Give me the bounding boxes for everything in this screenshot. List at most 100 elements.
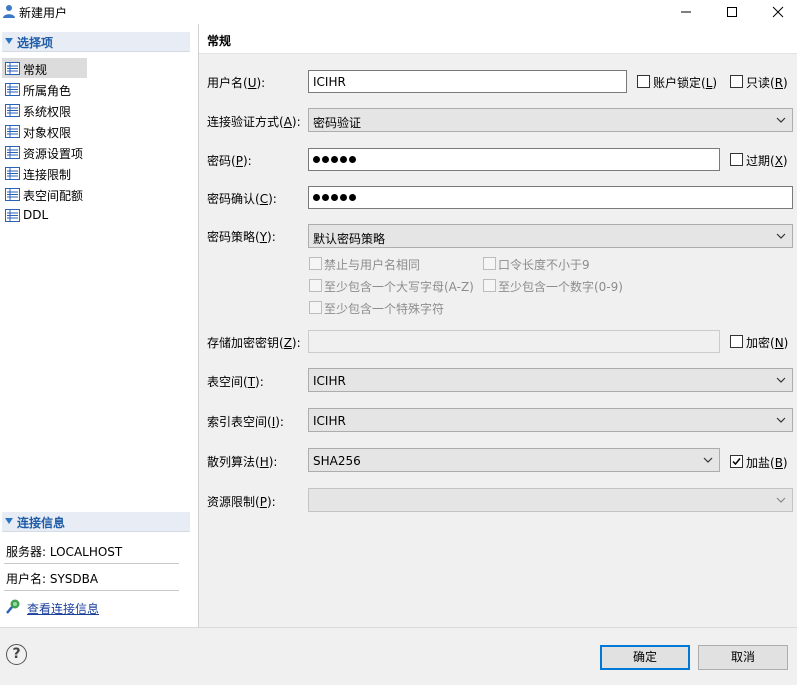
chevron-down-icon <box>776 497 786 503</box>
maximize-button[interactable] <box>709 0 755 24</box>
sidebar-item-label: 连接限制 <box>23 168 72 182</box>
encrypt-label: 加密(N) <box>746 336 789 350</box>
collapse-triangle-icon <box>5 38 13 44</box>
property-sheet-icon <box>5 104 20 117</box>
sidebar-nav: 常规 所属角色 系统权限 对象权限 资源设置项 连接限制 表空间配额 DDL <box>2 58 192 226</box>
sidebar-item-label: 所属角色 <box>23 84 72 98</box>
divider <box>4 590 179 591</box>
property-sheet-icon <box>5 209 20 222</box>
policy-option-checkbox[interactable] <box>483 279 496 292</box>
sidebar-item-general[interactable]: 常规 <box>2 58 192 79</box>
collapse-triangle-icon <box>5 518 13 524</box>
password-label: 密码(P): <box>207 154 252 168</box>
connection-info-icon <box>6 599 20 614</box>
policy-option-label: 口令长度不小于9 <box>498 258 590 272</box>
sidebar-item-system-privileges[interactable]: 系统权限 <box>2 100 192 121</box>
page-title: 常规 <box>207 34 232 48</box>
sidebar-item-connection-limits[interactable]: 连接限制 <box>2 163 192 184</box>
page-header: 常规 <box>199 24 797 54</box>
chevron-down-icon <box>703 457 713 463</box>
auth-method-label: 连接验证方式(A): <box>207 115 301 129</box>
sidebar-item-tablespace-quota[interactable]: 表空间配额 <box>2 184 192 205</box>
user-icon <box>3 5 15 18</box>
policy-option-label: 至少包含一个大写字母(A-Z) <box>324 280 474 294</box>
connection-user: 用户名: SYSDBA <box>6 572 99 586</box>
divider <box>4 563 179 564</box>
account-lock-checkbox[interactable] <box>637 75 650 88</box>
tablespace-label: 表空间(T): <box>207 375 264 389</box>
storage-key-label: 存储加密密钥(Z): <box>207 336 301 350</box>
help-icon[interactable]: ? <box>6 644 27 665</box>
username-label: 用户名(U): <box>207 76 266 90</box>
policy-option-label: 至少包含一个数字(0-9) <box>498 280 623 294</box>
connection-section-header[interactable]: 连接信息 <box>2 512 190 532</box>
salt-checkbox[interactable] <box>730 455 743 468</box>
sidebar-item-label: 资源设置项 <box>23 147 84 161</box>
property-sheet-icon <box>5 146 20 159</box>
storage-key-input[interactable] <box>308 330 720 353</box>
username-input[interactable]: ICIHR <box>308 70 627 93</box>
sidebar-item-label: 表空间配额 <box>23 189 84 203</box>
policy-option-label: 禁止与用户名相同 <box>324 258 421 272</box>
password-policy-label: 密码策略(Y): <box>207 230 276 244</box>
expired-checkbox[interactable] <box>730 153 743 166</box>
sidebar-item-label: 系统权限 <box>23 105 72 119</box>
window-title: 新建用户 <box>19 6 68 20</box>
index-tablespace-label: 索引表空间(I): <box>207 415 284 429</box>
sidebar-item-ddl[interactable]: DDL <box>2 205 192 226</box>
property-sheet-icon <box>5 83 20 96</box>
property-sheet-icon <box>5 62 20 75</box>
password-confirm-input[interactable] <box>308 186 793 209</box>
policy-option-checkbox[interactable] <box>309 257 322 270</box>
resource-limit-label: 资源限制(P): <box>207 495 276 509</box>
close-icon <box>772 6 784 18</box>
ok-button[interactable]: 确定 <box>600 645 690 670</box>
property-sheet-icon <box>5 188 20 201</box>
password-mask <box>313 156 356 163</box>
maximize-icon <box>727 7 737 17</box>
connection-section-title: 连接信息 <box>17 516 66 530</box>
property-sheet-icon <box>5 167 20 180</box>
password-policy-select[interactable]: 默认密码策略 <box>308 224 793 248</box>
password-mask <box>313 194 356 201</box>
encrypt-checkbox[interactable] <box>730 335 743 348</box>
policy-option-checkbox[interactable] <box>309 301 322 314</box>
sidebar: 选择项 常规 所属角色 系统权限 对象权限 资源设置项 连接限制 表空间配额 D… <box>0 24 198 627</box>
connection-server: 服务器: LOCALHOST <box>6 545 123 559</box>
cancel-button[interactable]: 取消 <box>698 645 788 670</box>
sidebar-item-resource-settings[interactable]: 资源设置项 <box>2 142 192 163</box>
resource-limit-select[interactable] <box>308 488 793 512</box>
chevron-down-icon <box>776 117 786 123</box>
minimize-button[interactable] <box>663 0 709 24</box>
expired-label: 过期(X) <box>746 154 788 168</box>
salt-label: 加盐(B) <box>746 456 788 470</box>
view-connection-info-link[interactable]: 查看连接信息 <box>27 600 99 617</box>
index-tablespace-select[interactable]: ICIHR <box>308 408 793 432</box>
chevron-down-icon <box>776 233 786 239</box>
sidebar-item-label: 常规 <box>23 63 48 77</box>
title-bar: 新建用户 <box>0 0 797 24</box>
auth-method-select[interactable]: 密码验证 <box>308 108 793 132</box>
sidebar-item-roles[interactable]: 所属角色 <box>2 79 192 100</box>
checkmark-icon <box>732 458 741 466</box>
chevron-down-icon <box>776 417 786 423</box>
policy-option-checkbox[interactable] <box>309 279 322 292</box>
password-input[interactable] <box>308 148 720 171</box>
sidebar-item-label: DDL <box>23 208 49 222</box>
password-confirm-label: 密码确认(C): <box>207 192 277 206</box>
sidebar-item-label: 对象权限 <box>23 126 72 140</box>
selection-section-title: 选择项 <box>17 36 54 50</box>
hash-algorithm-label: 散列算法(H): <box>207 455 278 469</box>
policy-option-label: 至少包含一个特殊字符 <box>324 302 445 316</box>
close-button[interactable] <box>755 0 797 24</box>
account-lock-label: 账户锁定(L) <box>653 76 718 90</box>
tablespace-select[interactable]: ICIHR <box>308 368 793 392</box>
hash-algorithm-select[interactable]: SHA256 <box>308 448 720 472</box>
property-sheet-icon <box>5 125 20 138</box>
readonly-label: 只读(R) <box>746 76 788 90</box>
selection-section-header[interactable]: 选择项 <box>2 32 190 52</box>
policy-option-checkbox[interactable] <box>483 257 496 270</box>
readonly-checkbox[interactable] <box>730 75 743 88</box>
sidebar-item-object-privileges[interactable]: 对象权限 <box>2 121 192 142</box>
chevron-down-icon <box>776 377 786 383</box>
